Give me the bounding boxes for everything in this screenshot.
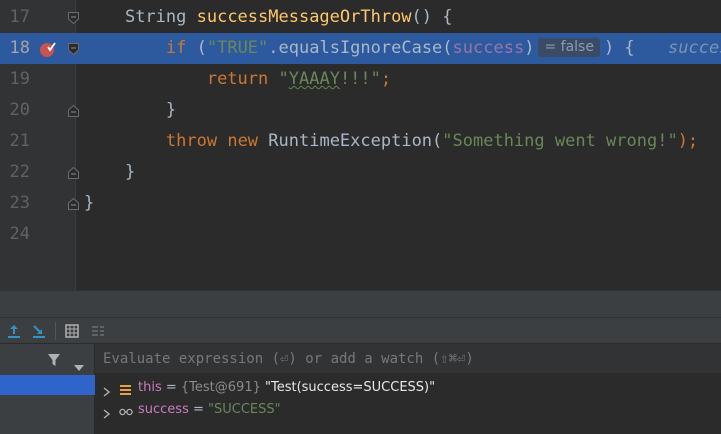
variable-value: "SUCCESS" bbox=[208, 402, 281, 417]
toolbar-divider bbox=[55, 322, 56, 340]
variable-name: success bbox=[138, 402, 189, 417]
variables-panel: Evaluate expression (⏎) or add a watch (… bbox=[95, 344, 721, 434]
code-text[interactable]: String successMessageOrThrow() { bbox=[84, 2, 453, 33]
code-token: "TRUE" bbox=[206, 38, 269, 58]
code-token: " bbox=[278, 69, 289, 89]
code-token: ) bbox=[524, 38, 535, 58]
variable-row[interactable]: success = "SUCCESS" bbox=[95, 399, 721, 421]
code-text[interactable]: return "YAAAY!!!"; bbox=[84, 64, 391, 95]
code-line[interactable]: 17 String successMessageOrThrow() { bbox=[0, 2, 721, 33]
frames-list[interactable] bbox=[0, 344, 95, 434]
code-token: new bbox=[227, 131, 259, 151]
code-text[interactable]: } bbox=[84, 95, 176, 126]
line-number[interactable]: 19 bbox=[0, 64, 30, 95]
code-token: } bbox=[84, 193, 95, 213]
code-token: success bbox=[452, 38, 525, 58]
variable-text: this = {Test@691} "Test(success=SUCCESS)… bbox=[138, 377, 435, 399]
code-editor[interactable]: 17 String successMessageOrThrow() {18 if… bbox=[0, 0, 721, 290]
code-token: return bbox=[206, 69, 269, 89]
table-icon[interactable] bbox=[64, 323, 80, 339]
variable-equals: = bbox=[188, 402, 209, 417]
fold-open-icon[interactable] bbox=[68, 43, 79, 55]
frames-header bbox=[0, 344, 95, 374]
step-into-icon[interactable] bbox=[31, 323, 47, 339]
variable-name: this bbox=[138, 380, 162, 395]
line-number[interactable]: 18 bbox=[0, 33, 30, 64]
code-text[interactable]: } bbox=[84, 157, 135, 188]
fold-close-icon[interactable] bbox=[68, 167, 79, 179]
code-text[interactable]: throw new RuntimeException("Something we… bbox=[84, 126, 698, 157]
breakpoint-icon[interactable] bbox=[39, 40, 57, 58]
code-token: "Something went wrong!" bbox=[442, 131, 678, 151]
code-token: ); bbox=[677, 131, 699, 151]
watch-glasses-icon bbox=[119, 404, 133, 416]
step-up-icon[interactable] bbox=[6, 323, 22, 339]
code-token: } bbox=[84, 100, 177, 120]
code-token: equalsIgnoreCase bbox=[278, 38, 443, 58]
code-token: RuntimeException( bbox=[258, 131, 443, 151]
code-token: ( bbox=[442, 38, 453, 58]
code-line[interactable]: 19 return "YAAAY!!!"; bbox=[0, 64, 721, 95]
variable-text: success = "SUCCESS" bbox=[138, 399, 281, 421]
selected-frame[interactable] bbox=[0, 375, 95, 395]
filter-icon[interactable] bbox=[47, 352, 61, 366]
code-line[interactable]: 18 if ("TRUE".equalsIgnoreCase(success) =… bbox=[0, 33, 721, 64]
code-token: } bbox=[84, 162, 136, 182]
code-token: throw bbox=[165, 131, 218, 151]
line-number[interactable]: 20 bbox=[0, 95, 30, 126]
code-text[interactable]: if ("TRUE".equalsIgnoreCase(success) = fa… bbox=[84, 33, 635, 64]
variable-ref: {Test@691} bbox=[180, 380, 265, 395]
code-line[interactable]: 23} bbox=[0, 188, 721, 219]
panel-separator[interactable] bbox=[0, 290, 721, 318]
code-token: ; bbox=[380, 69, 392, 89]
code-token: . bbox=[268, 38, 279, 58]
variable-equals: = bbox=[161, 380, 181, 395]
fold-close-icon[interactable] bbox=[68, 198, 79, 210]
code-token: !!!" bbox=[339, 69, 381, 89]
fold-close-icon[interactable] bbox=[68, 105, 79, 117]
code-line[interactable]: 22 } bbox=[0, 157, 721, 188]
line-number[interactable]: 24 bbox=[0, 219, 30, 250]
code-token: YAAAY bbox=[288, 69, 340, 89]
debug-panel: Evaluate expression (⏎) or add a watch (… bbox=[0, 318, 721, 434]
line-number[interactable]: 23 bbox=[0, 188, 30, 219]
code-token: successMessageOrThrow bbox=[196, 7, 412, 27]
code-line[interactable]: 20 } bbox=[0, 95, 721, 126]
code-line[interactable]: 21 throw new RuntimeException("Something… bbox=[0, 126, 721, 157]
dropdown-icon[interactable] bbox=[74, 356, 84, 371]
fold-open-icon[interactable] bbox=[68, 12, 79, 24]
code-token: ( bbox=[186, 38, 207, 58]
chevron-right-icon[interactable] bbox=[103, 383, 111, 397]
code-token: () { bbox=[411, 7, 453, 27]
line-number[interactable]: 22 bbox=[0, 157, 30, 188]
code-token: ) { bbox=[603, 38, 635, 58]
watch-expression-input[interactable]: Evaluate expression (⏎) or add a watch (… bbox=[95, 344, 721, 374]
code-token: if bbox=[165, 38, 187, 58]
debug-toolbar bbox=[0, 318, 721, 344]
variable-value: "Test(success=SUCCESS)" bbox=[265, 380, 436, 395]
code-text[interactable]: } bbox=[84, 188, 94, 219]
inline-value-hint: = false bbox=[538, 38, 600, 57]
code-line[interactable]: 24 bbox=[0, 219, 721, 250]
variable-row[interactable]: this = {Test@691} "Test(success=SUCCESS)… bbox=[95, 377, 721, 399]
settings-list-icon[interactable] bbox=[90, 323, 106, 339]
inline-debug-value: success bbox=[668, 38, 721, 58]
line-number[interactable]: 21 bbox=[0, 126, 30, 157]
line-number[interactable]: 17 bbox=[0, 2, 30, 33]
code-token: String bbox=[124, 7, 197, 27]
chevron-right-icon[interactable] bbox=[103, 405, 111, 419]
field-icon bbox=[119, 382, 133, 395]
